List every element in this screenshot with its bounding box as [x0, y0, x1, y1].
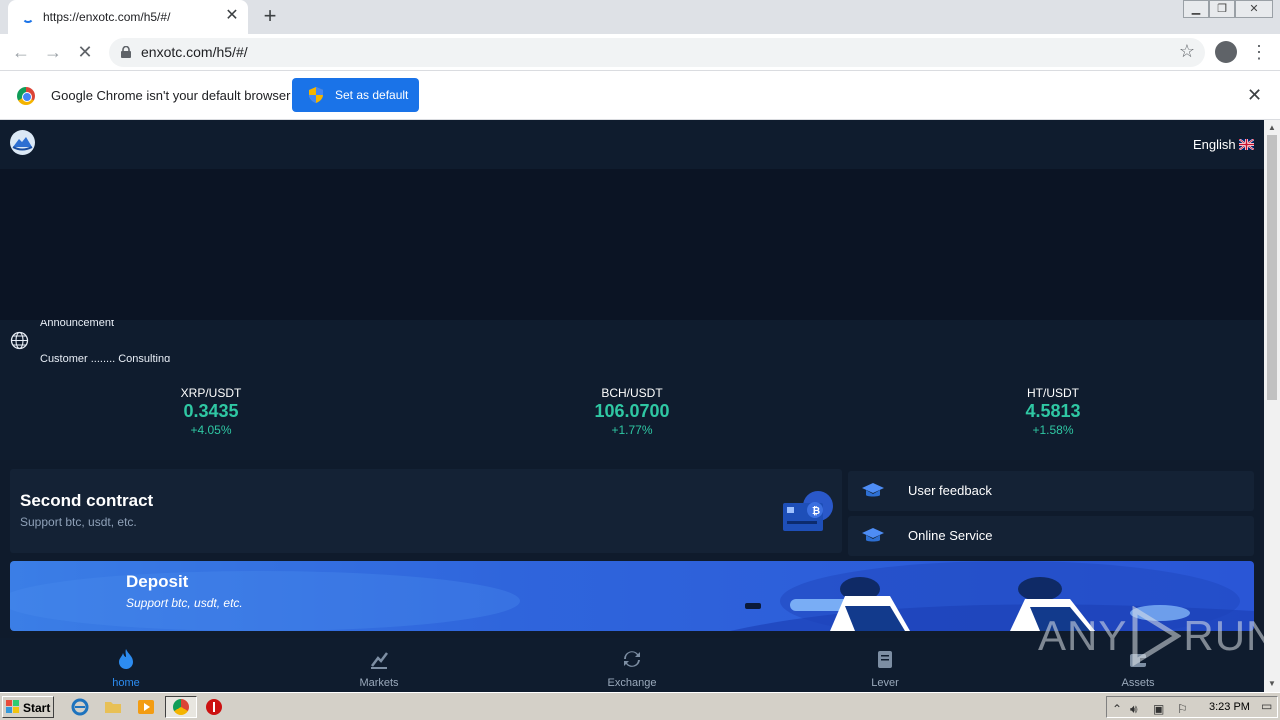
minimize-button[interactable]: ▁	[1183, 0, 1209, 18]
browser-tab[interactable]: https://enxotc.com/h5/#/ ✕	[8, 0, 248, 34]
nav-lever-label: Lever	[871, 677, 899, 689]
graduation-cap-icon	[862, 528, 884, 542]
bookmark-star-icon[interactable]: ☆	[1179, 41, 1195, 62]
infobar-message: Google Chrome isn't your default browser	[51, 88, 291, 103]
hero-banner	[0, 169, 1264, 320]
volume-icon[interactable]: 🔊︎	[1130, 702, 1138, 717]
folder-icon[interactable]	[104, 698, 122, 716]
taskbar-clock: 3:23 PM	[1209, 701, 1250, 713]
user-feedback-item[interactable]: User feedback	[848, 471, 1254, 511]
stop-sign-icon[interactable]	[205, 698, 223, 716]
windows-taskbar: Start ⌃ 🔊︎ ▣ ⚐ 3:23 PM ▭	[0, 692, 1280, 720]
ticker-price: 0.3435	[183, 401, 239, 421]
tab-strip: https://enxotc.com/h5/#/ ✕ + ▁ ❐ ✕	[0, 0, 1280, 34]
nav-exchange-label: Exchange	[607, 677, 657, 689]
media-player-icon[interactable]	[137, 698, 155, 716]
bitcoin-card-icon: ₿	[783, 491, 833, 531]
loading-spinner-icon	[22, 11, 34, 23]
scroll-thumb[interactable]	[1267, 135, 1277, 400]
nav-assets-label: Assets	[1121, 677, 1155, 689]
nav-lever[interactable]: Lever	[825, 638, 945, 692]
set-as-default-label: Set as default	[335, 88, 409, 102]
online-service-label: Online Service	[908, 528, 993, 543]
profile-avatar-icon[interactable]	[1215, 41, 1237, 63]
ticker-pair: BCH/USDT	[601, 386, 663, 400]
app-header: English	[0, 120, 1264, 169]
ticker-xrp-usdt[interactable]: XRP/USDT 0.3435 +4.05%	[111, 386, 311, 437]
default-browser-infobar: Google Chrome isn't your default browser…	[0, 71, 1280, 120]
page-scrollbar[interactable]: ▲ ▼	[1264, 120, 1280, 692]
second-contract-card[interactable]: Second contract Support btc, usdt, etc. …	[10, 469, 842, 553]
ticker-change: +1.58%	[1032, 423, 1074, 437]
tab-close-button[interactable]: ✕	[223, 7, 241, 25]
user-feedback-label: User feedback	[908, 483, 992, 498]
chrome-logo-icon	[17, 87, 35, 105]
browser-toolbar: ← → ✕ enxotc.com/h5/#/ ☆ ⋮	[0, 34, 1280, 71]
ticker-pair: XRP/USDT	[180, 386, 242, 400]
new-tab-button[interactable]: +	[258, 5, 282, 29]
address-bar[interactable]: enxotc.com/h5/#/ ☆	[109, 38, 1205, 67]
markets-icon	[371, 652, 388, 669]
ticker-bch-usdt[interactable]: BCH/USDT 106.0700 +1.77%	[532, 386, 732, 437]
chrome-taskbar-button[interactable]	[165, 696, 197, 718]
windows-logo-icon	[6, 700, 19, 713]
tab-title: https://enxotc.com/h5/#/	[43, 10, 171, 24]
deposit-title: Deposit	[126, 572, 189, 591]
online-service-item[interactable]: Online Service	[848, 516, 1254, 556]
app-logo-icon[interactable]	[10, 130, 35, 155]
back-arrow-icon[interactable]: ←	[9, 40, 33, 64]
ticker-row: XRP/USDT 0.3435 +4.05% BCH/USDT 106.0700…	[0, 362, 1264, 460]
announcement-bar[interactable]: Announcement Customer ........ Consultin…	[0, 320, 1264, 362]
ticker-change: +1.77%	[611, 423, 653, 437]
watermark-left: ANY	[1038, 612, 1128, 659]
page-viewport: English Announcement Customer ........ C…	[0, 120, 1280, 692]
lever-icon	[878, 651, 892, 668]
internet-explorer-icon[interactable]	[71, 698, 89, 716]
uk-flag-icon[interactable]	[1239, 139, 1254, 150]
play-logo-icon	[1132, 606, 1182, 666]
start-label: Start	[23, 701, 51, 715]
lock-icon	[121, 46, 131, 58]
second-contract-subtitle: Support btc, usdt, etc.	[20, 515, 137, 529]
nav-home[interactable]: home	[66, 638, 186, 692]
network-icon[interactable]: ▣	[1153, 702, 1164, 716]
ticker-pair: HT/USDT	[1027, 386, 1079, 400]
chrome-menu-icon[interactable]: ⋮	[1250, 40, 1268, 64]
show-desktop-icon[interactable]: ▭	[1261, 699, 1272, 713]
tray-expand-icon[interactable]: ⌃	[1112, 702, 1122, 716]
chrome-taskbar-icon	[173, 699, 189, 715]
action-center-flag-icon[interactable]: ⚐	[1177, 702, 1188, 716]
scroll-down-arrow-icon[interactable]: ▼	[1268, 679, 1276, 688]
announcement-text: Announcement	[40, 320, 114, 329]
url-text: enxotc.com/h5/#/	[141, 44, 248, 60]
nav-markets-label: Markets	[359, 677, 399, 689]
uac-shield-icon	[309, 87, 323, 103]
graduation-cap-icon	[862, 483, 884, 497]
globe-icon	[10, 331, 29, 350]
exchange-icon	[624, 651, 640, 667]
ticker-price: 4.5813	[1025, 401, 1081, 421]
language-selector[interactable]: English	[1193, 137, 1236, 152]
second-contract-title: Second contract	[20, 491, 154, 510]
anyrun-watermark: ANY RUN	[1038, 606, 1277, 666]
nav-home-label: home	[112, 677, 140, 689]
system-tray: ⌃ 🔊︎ ▣ ⚐	[1106, 696, 1278, 718]
restore-button[interactable]: ❐	[1209, 0, 1235, 18]
announcement-text-next: Customer ........ Consulting	[40, 353, 171, 362]
ticker-change: +4.05%	[190, 423, 232, 437]
infobar-close-button[interactable]: ✕	[1247, 85, 1262, 106]
set-as-default-button[interactable]: Set as default	[292, 78, 419, 112]
flame-icon	[119, 649, 133, 669]
nav-markets[interactable]: Markets	[319, 638, 439, 692]
deposit-subtitle: Support btc, usdt, etc.	[126, 596, 243, 610]
ticker-price: 106.0700	[594, 401, 670, 421]
close-window-button[interactable]: ✕	[1235, 0, 1273, 18]
forward-arrow-icon[interactable]: →	[41, 40, 65, 64]
nav-exchange[interactable]: Exchange	[572, 638, 692, 692]
start-button[interactable]: Start	[2, 696, 54, 718]
scroll-up-arrow-icon[interactable]: ▲	[1268, 123, 1276, 132]
svg-text:₿: ₿	[812, 505, 820, 517]
ticker-ht-usdt[interactable]: HT/USDT 4.5813 +1.58%	[953, 386, 1153, 437]
stop-loading-icon[interactable]: ✕	[73, 40, 97, 64]
